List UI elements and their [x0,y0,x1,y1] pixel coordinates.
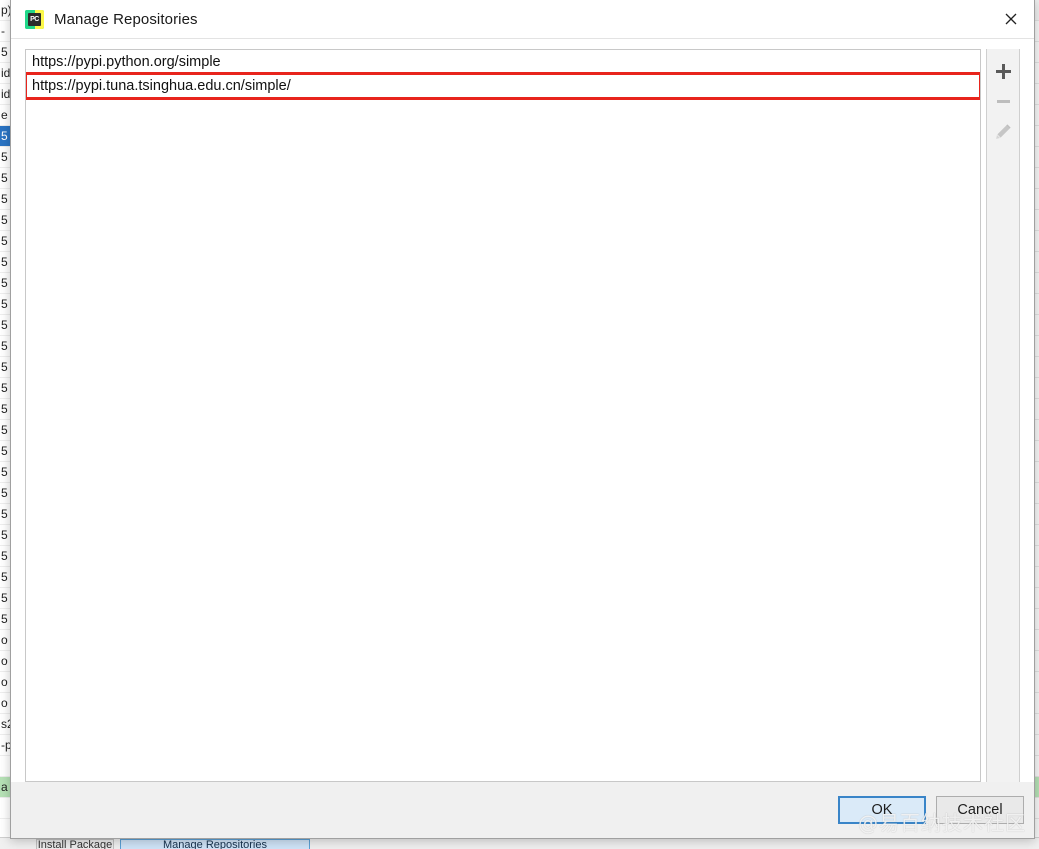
remove-repository-button [988,86,1018,116]
repository-list-item[interactable]: https://pypi.python.org/simple [26,50,980,74]
background-install-package-button[interactable]: Install Package [36,839,114,849]
add-repository-button[interactable] [988,56,1018,86]
cancel-button[interactable]: Cancel [936,796,1024,824]
dialog-footer: OK Cancel @易百纳技术社区 [11,782,1034,838]
repository-list[interactable]: https://pypi.python.org/simple https://py… [25,49,981,782]
dialog-title: Manage Repositories [54,10,198,28]
screen-root: p) -5 id id e 5 5 5 5 5 5 5 5 5 5 5 5 5 5 5 5 5 5 5 5 5 5 5 5 o o o o s2-… [0,0,1039,849]
repository-url: https://pypi.python.org/simple [32,54,221,70]
manage-repositories-dialog: PC Manage Repositories https://pypi.pyth… [10,0,1035,839]
repository-url: https://pypi.tuna.tsinghua.edu.cn/simple… [32,78,291,94]
ok-button[interactable]: OK [838,796,926,824]
dialog-body: https://pypi.python.org/simple https://py… [11,39,1034,782]
edit-repository-button [988,116,1018,146]
repository-toolbar [986,49,1020,782]
pycharm-logo-icon: PC [25,9,44,29]
dialog-titlebar: PC Manage Repositories [11,0,1034,39]
close-icon[interactable] [988,0,1034,37]
background-manage-repositories-button[interactable]: Manage Repositories [120,839,310,849]
minus-icon [996,99,1010,103]
pencil-icon [995,123,1011,139]
repository-list-item[interactable]: https://pypi.tuna.tsinghua.edu.cn/simple… [26,72,980,100]
pycharm-logo-text: PC [28,12,41,26]
plus-icon [995,63,1011,79]
